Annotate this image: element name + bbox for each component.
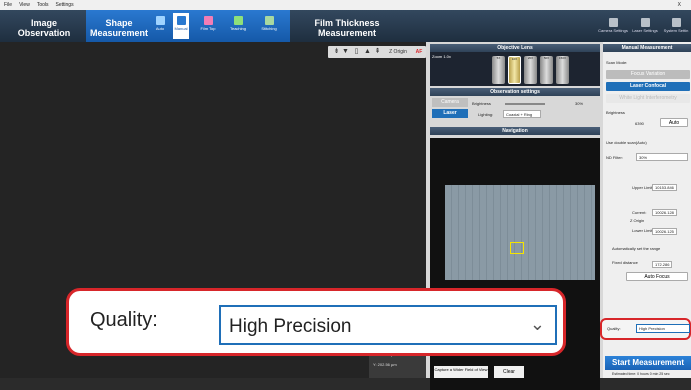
auto-brightness-button[interactable]: Auto xyxy=(660,118,688,127)
lens-5x[interactable]: 5X xyxy=(492,56,505,84)
teaching-icon xyxy=(233,16,243,25)
auto-range-checkbox[interactable]: Automatically set the range xyxy=(612,246,660,251)
lock-icon[interactable]: ▯ xyxy=(352,47,361,57)
camera-settings-label: Camera Settings xyxy=(598,28,628,33)
quality-select-small[interactable]: High Precision xyxy=(636,324,690,333)
system-settings-label: System Settin xyxy=(663,28,689,33)
y-coordinate: Y: 202.56 µm xyxy=(373,362,397,367)
camera-icon xyxy=(608,18,618,27)
current-value: 10026.128 xyxy=(652,209,677,216)
submode-teaching-label: Teaching xyxy=(229,26,246,31)
lens-50x[interactable]: 50X xyxy=(540,56,553,84)
submode-auto[interactable]: Auto xyxy=(153,16,167,31)
manual-header: Manual Measurement xyxy=(603,44,691,52)
current-label: Current: xyxy=(632,210,647,215)
submode-auto-label: Auto xyxy=(155,26,165,31)
fixed-distance-label[interactable]: Fixed distance xyxy=(612,260,638,265)
lighting-label: Lighting: xyxy=(478,112,494,117)
obs-brightness-value: 30% xyxy=(575,101,584,106)
laser-settings-button[interactable]: Laser Settings xyxy=(631,18,659,33)
lower-limit-label: Lower Limit xyxy=(632,228,653,233)
lens-50x-label: 50X xyxy=(543,56,550,60)
objective-lens-header: Objective Lens xyxy=(430,44,600,52)
close-icon[interactable]: X xyxy=(678,2,681,8)
camera-button[interactable]: Camera xyxy=(432,98,468,107)
mode-bar: Image Observation Shape Measurement Auto… xyxy=(0,10,691,42)
menu-settings[interactable]: Settings xyxy=(56,2,74,8)
brightness-label: Brightness xyxy=(606,110,625,115)
z-origin-button[interactable]: Z Origin xyxy=(384,47,412,57)
manual-icon xyxy=(176,16,186,25)
laser-button[interactable]: Laser xyxy=(432,109,468,118)
navigation-header: Navigation xyxy=(430,127,600,135)
af-button[interactable]: AF xyxy=(414,47,424,57)
laser-settings-label: Laser Settings xyxy=(632,28,658,33)
film-top-icon xyxy=(203,16,213,25)
menu-view[interactable]: View xyxy=(19,2,30,8)
system-icon xyxy=(671,18,681,27)
shape-measurement-label: Shape Measurement xyxy=(89,18,149,38)
upper-limit-value[interactable]: 10153.846 xyxy=(652,184,677,191)
film-thickness-tab[interactable]: Film Thickness Measurement xyxy=(300,18,394,38)
lens-5x-label: 5X xyxy=(496,56,501,60)
chevron-down-icon: ⌄ xyxy=(529,314,545,334)
down-icon[interactable]: ▼ xyxy=(341,47,350,57)
zoom-label: Zoom 1.0x xyxy=(432,54,451,59)
submode-film-top-label: Film Top xyxy=(200,26,216,31)
estimated-time: Estimated time: 0 hours 0 min 25 sec xyxy=(612,372,670,376)
focus-variation-button[interactable]: Focus Variation xyxy=(606,70,690,79)
nd-filter-select[interactable]: 30% xyxy=(636,153,688,161)
double-scan-checkbox[interactable]: Use double scan(Auto) xyxy=(606,140,647,145)
observation-settings-header: Observation settings xyxy=(430,88,600,96)
submode-stitching-label: Stitching xyxy=(261,26,277,31)
system-settings-button[interactable]: System Settin xyxy=(661,18,691,33)
submode-manual-label: Manual xyxy=(174,26,188,31)
submode-manual[interactable]: Manual xyxy=(173,13,189,39)
start-measurement-button[interactable]: Start Measurement xyxy=(605,356,691,370)
nd-filter-label: ND Filter: xyxy=(606,155,623,160)
submode-teaching[interactable]: Teaching xyxy=(228,16,248,31)
laser-icon xyxy=(640,18,650,27)
white-light-button[interactable]: White Light Interferometry xyxy=(606,94,690,103)
menu-tools[interactable]: Tools xyxy=(37,2,49,8)
stitching-icon xyxy=(264,16,274,25)
down-arrow-icon[interactable]: ⇟ xyxy=(332,47,341,57)
clear-button[interactable]: Clear xyxy=(494,366,524,378)
submode-stitching[interactable]: Stitching xyxy=(258,16,280,31)
menu-bar: File View Tools Settings X xyxy=(0,0,691,10)
quality-zoom-label: Quality: xyxy=(90,309,158,331)
auto-focus-button[interactable]: Auto Focus xyxy=(626,272,688,281)
quality-zoom-select[interactable]: High Precision ⌄ xyxy=(219,305,557,345)
quality-label-small: Quality: xyxy=(607,326,621,331)
obs-brightness-label: Brightness xyxy=(472,101,491,106)
upper-limit-label: Upper Limit xyxy=(632,185,653,190)
scan-mode-label: Scan Mode: xyxy=(606,60,628,65)
image-observation-tab[interactable]: Image Observation xyxy=(8,18,80,38)
lighting-select[interactable]: Coaxial + Ring xyxy=(503,110,541,118)
navigation-photo xyxy=(445,185,595,280)
lens-150x[interactable]: 150X xyxy=(556,56,569,84)
lens-10x[interactable]: 10X xyxy=(508,56,521,84)
obs-brightness-slider[interactable] xyxy=(505,103,545,105)
capture-wider-button[interactable]: Capture a Wider Field of View xyxy=(434,366,488,378)
quality-zoom-value: High Precision xyxy=(229,316,352,337)
auto-icon xyxy=(155,16,165,25)
lower-limit-value[interactable]: 10026.125 xyxy=(652,228,677,235)
lens-10x-label: 10X xyxy=(511,57,518,61)
lens-150x-label: 150X xyxy=(558,56,566,60)
brightness-value: 6390 xyxy=(635,121,644,126)
lens-20x-label: 20X xyxy=(527,56,534,60)
navigation-selection[interactable] xyxy=(510,242,524,254)
view-toolbar: ⇟ ▼ ▯ ▲ ⇞ Z Origin AF xyxy=(328,46,426,58)
fixed-distance-value[interactable]: 172.286 xyxy=(652,261,673,268)
lens-strip: Zoom 1.0x 5X 10X 20X 50X 150X xyxy=(430,52,600,86)
lens-20x[interactable]: 20X xyxy=(524,56,537,84)
camera-settings-button[interactable]: Camera Settings xyxy=(598,18,628,33)
z-origin-button-manual[interactable]: Z Origin xyxy=(630,218,644,223)
up-icon[interactable]: ▲ xyxy=(363,47,372,57)
laser-confocal-button[interactable]: Laser Confocal xyxy=(606,82,690,91)
up-arrow-icon[interactable]: ⇞ xyxy=(373,47,382,57)
menu-file[interactable]: File xyxy=(4,2,12,8)
submode-film-top[interactable]: Film Top xyxy=(198,16,218,31)
